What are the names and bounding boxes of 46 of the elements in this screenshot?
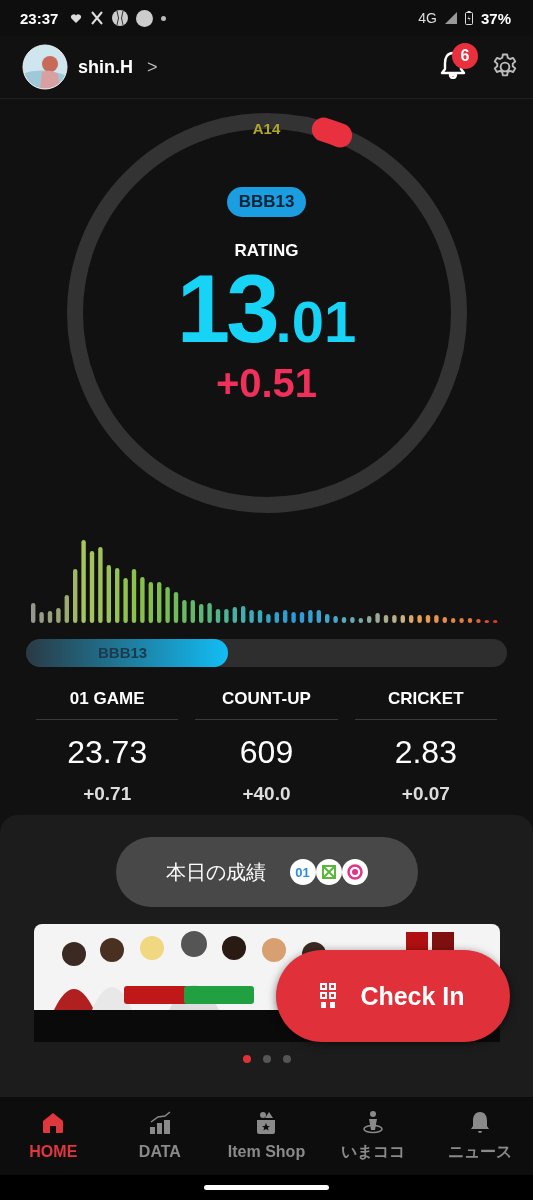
rating-change: +0.51 — [215, 361, 318, 406]
signal-icon — [444, 12, 457, 24]
avatar[interactable] — [22, 44, 68, 90]
tab[interactable]: ニュース — [426, 1109, 533, 1163]
heart-icon — [70, 12, 83, 24]
stat-value: 23.73 — [67, 734, 148, 771]
stat-change: +0.71 — [83, 783, 132, 805]
stat-title: COUNT-UP — [195, 689, 338, 720]
user-name[interactable]: shin.H — [78, 56, 133, 78]
gauge-knob — [311, 117, 352, 148]
tab[interactable]: HOME — [0, 1111, 107, 1161]
stat-change: +0.07 — [401, 783, 450, 805]
tab[interactable]: いまココ — [319, 1109, 427, 1163]
stat-change: +40.0 — [242, 783, 291, 805]
carousel-dot[interactable] — [282, 1055, 291, 1063]
rank-badge: BBB13 — [226, 187, 307, 217]
stat-value: 2.83 — [394, 734, 457, 771]
tab[interactable]: Item Shop — [213, 1111, 320, 1161]
rating-decimal: .01 — [275, 293, 357, 351]
next-rank: A14 — [252, 120, 281, 137]
tab[interactable]: DATA — [106, 1111, 214, 1161]
rank-progress-label: BBB13 — [98, 644, 148, 661]
network-type: 4G — [418, 10, 437, 26]
status-time: 23:37 — [20, 9, 59, 27]
stat-value: 609 — [239, 734, 294, 771]
cross-icon — [90, 11, 105, 25]
person-pin-icon — [361, 1109, 386, 1134]
stat-title: 01 GAME — [36, 689, 179, 720]
check-in-button[interactable]: Check In — [275, 950, 510, 1042]
carousel-dot[interactable] — [242, 1055, 251, 1063]
dot-icon — [161, 15, 167, 21]
today-results-button[interactable]: 本日の成績 01 — [115, 837, 418, 907]
stat-title: CRICKET — [354, 689, 497, 720]
notification-badge: 6 — [452, 43, 478, 69]
battery-icon — [464, 11, 473, 25]
home-icon — [41, 1111, 66, 1135]
carousel-dot[interactable] — [262, 1055, 271, 1063]
battery-level: 37% — [480, 9, 511, 27]
ball-icon — [112, 10, 129, 26]
chart-icon — [147, 1111, 172, 1135]
qr-code-icon — [320, 983, 337, 1009]
chevron[interactable]: > — [147, 56, 158, 78]
rating-integer: 13 — [176, 261, 276, 357]
game-badge: 01 — [289, 859, 316, 885]
rating-label: RATING — [234, 241, 299, 261]
circle-icon — [136, 9, 154, 27]
